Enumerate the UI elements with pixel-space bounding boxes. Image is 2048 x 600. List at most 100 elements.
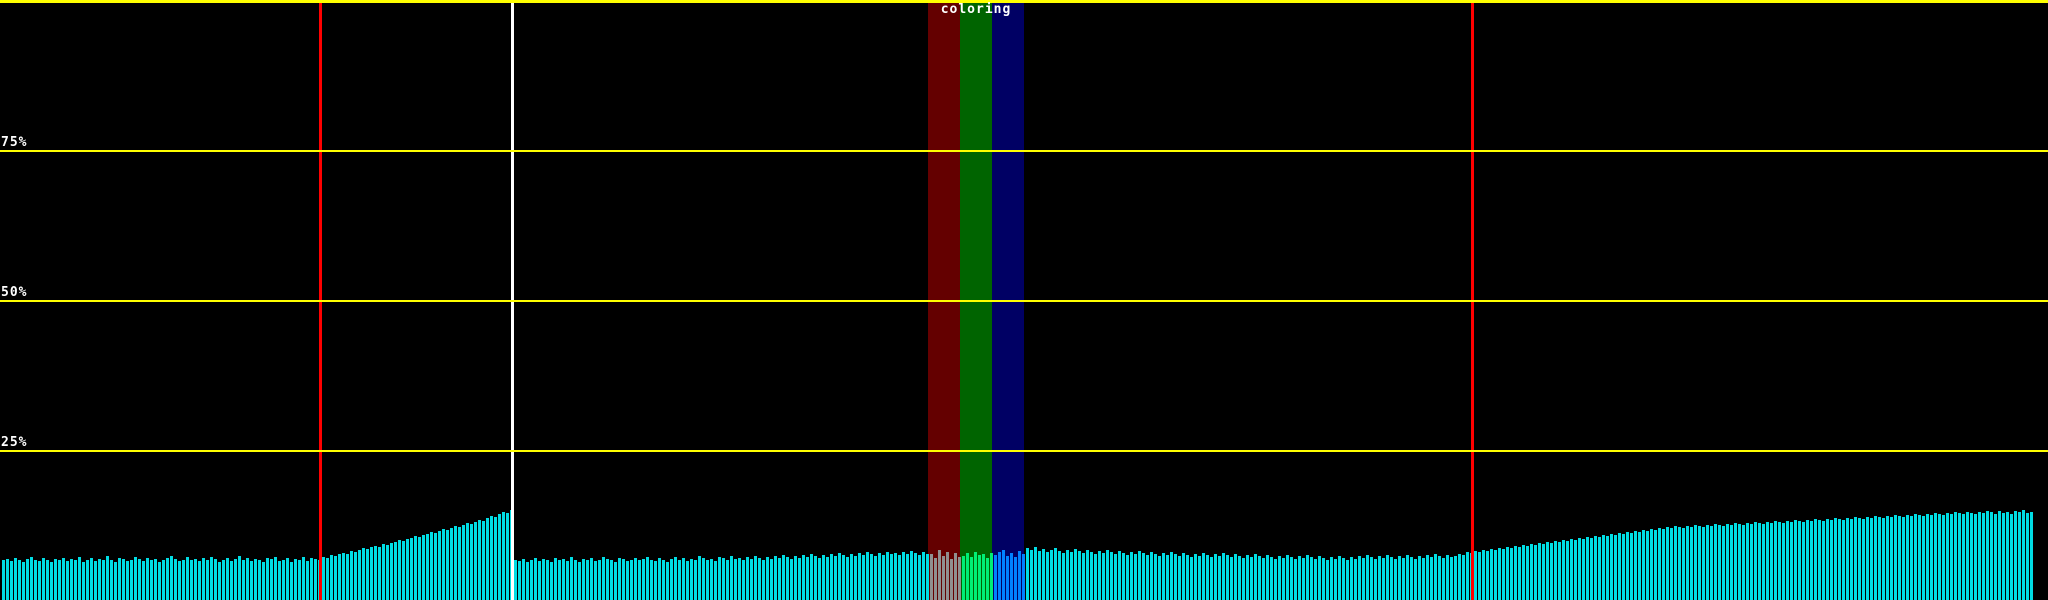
usage-bar: [598, 560, 601, 600]
usage-bar: [186, 557, 189, 600]
usage-bar: [614, 562, 617, 600]
usage-bar: [1106, 550, 1109, 600]
usage-bar: [986, 558, 989, 600]
usage-bar: [1390, 557, 1393, 600]
usage-bar: [878, 553, 881, 600]
usage-bar: [1198, 556, 1201, 600]
usage-bar: [1714, 524, 1717, 600]
usage-bar: [86, 560, 89, 600]
usage-bar: [410, 538, 413, 600]
usage-bar: [310, 558, 313, 600]
usage-bar: [1822, 521, 1825, 600]
usage-bar: [1178, 556, 1181, 600]
usage-bar: [1294, 559, 1297, 600]
usage-bar: [1210, 557, 1213, 600]
usage-bar: [1770, 523, 1773, 600]
usage-bar: [1526, 546, 1529, 600]
usage-bar: [1906, 515, 1909, 600]
usage-bar: [1894, 515, 1897, 600]
usage-bar: [1774, 521, 1777, 600]
usage-bar: [218, 562, 221, 600]
usage-bar: [1518, 547, 1521, 600]
usage-bar: [1442, 558, 1445, 600]
usage-bar: [1942, 515, 1945, 600]
usage-bar: [1502, 549, 1505, 600]
usage-bar: [1170, 552, 1173, 600]
usage-bar: [474, 522, 477, 600]
usage-bar: [1966, 512, 1969, 600]
usage-bar: [1190, 557, 1193, 600]
usage-bar: [786, 557, 789, 600]
usage-bar: [682, 558, 685, 600]
usage-bar: [886, 552, 889, 600]
usage-bar: [918, 555, 921, 600]
usage-bar: [1186, 555, 1189, 600]
usage-bar: [142, 561, 145, 600]
usage-bar: [622, 559, 625, 600]
usage-bar: [1078, 551, 1081, 600]
usage-bar: [158, 562, 161, 600]
usage-bar: [458, 527, 461, 600]
usage-bar: [1670, 528, 1673, 600]
usage-bar: [1642, 530, 1645, 600]
usage-bar: [898, 555, 901, 600]
usage-bar: [1122, 553, 1125, 600]
usage-bar: [506, 513, 509, 600]
usage-bar: [2006, 512, 2009, 600]
usage-bar: [1538, 543, 1541, 600]
usage-bar: [806, 557, 809, 600]
usage-bar: [654, 561, 657, 600]
usage-bar: [1462, 555, 1465, 600]
usage-bar: [418, 537, 421, 600]
usage-bar: [1802, 522, 1805, 600]
usage-bar: [794, 556, 797, 600]
usage-bar: [1062, 553, 1065, 600]
usage-bar: [546, 560, 549, 600]
usage-bar: [1766, 522, 1769, 600]
usage-bar: [550, 562, 553, 600]
usage-bar: [1890, 517, 1893, 600]
usage-bar: [1278, 556, 1281, 600]
usage-bar: [978, 555, 981, 600]
usage-bar: [382, 544, 385, 600]
usage-bar: [1550, 543, 1553, 600]
usage-bar: [754, 556, 757, 600]
usage-bar: [1202, 553, 1205, 600]
usage-bar: [110, 560, 113, 600]
usage-bar: [70, 559, 73, 600]
usage-bar: [830, 554, 833, 600]
usage-bar: [590, 558, 593, 600]
usage-bar: [766, 557, 769, 600]
usage-bar: [1806, 520, 1809, 600]
usage-bar: [594, 561, 597, 600]
usage-bar: [1474, 551, 1477, 600]
usage-bar: [894, 553, 897, 600]
usage-bar: [1710, 526, 1713, 600]
usage-bar: [1098, 551, 1101, 600]
usage-bar: [1446, 555, 1449, 600]
usage-bar: [518, 561, 521, 600]
usage-bar: [1662, 529, 1665, 600]
usage-bar: [1506, 547, 1509, 600]
usage-bar: [1366, 555, 1369, 600]
usage-bar: [602, 557, 605, 600]
usage-bar: [434, 533, 437, 600]
usage-bar: [342, 553, 345, 600]
usage-bar: [866, 552, 869, 600]
usage-bar: [1570, 539, 1573, 600]
usage-bar: [1842, 520, 1845, 600]
usage-bar: [1978, 512, 1981, 600]
usage-bar: [1226, 555, 1229, 600]
usage-bar: [822, 555, 825, 600]
usage-bar: [1458, 554, 1461, 600]
usage-bar: [462, 525, 465, 600]
usage-bar: [482, 521, 485, 600]
usage-bar: [826, 557, 829, 600]
usage-bar: [1754, 522, 1757, 600]
usage-bar: [942, 556, 945, 600]
usage-bar: [1650, 529, 1653, 600]
usage-bar: [1154, 554, 1157, 600]
usage-bar: [1374, 559, 1377, 600]
usage-bar: [1110, 552, 1113, 600]
usage-bar: [98, 559, 101, 600]
